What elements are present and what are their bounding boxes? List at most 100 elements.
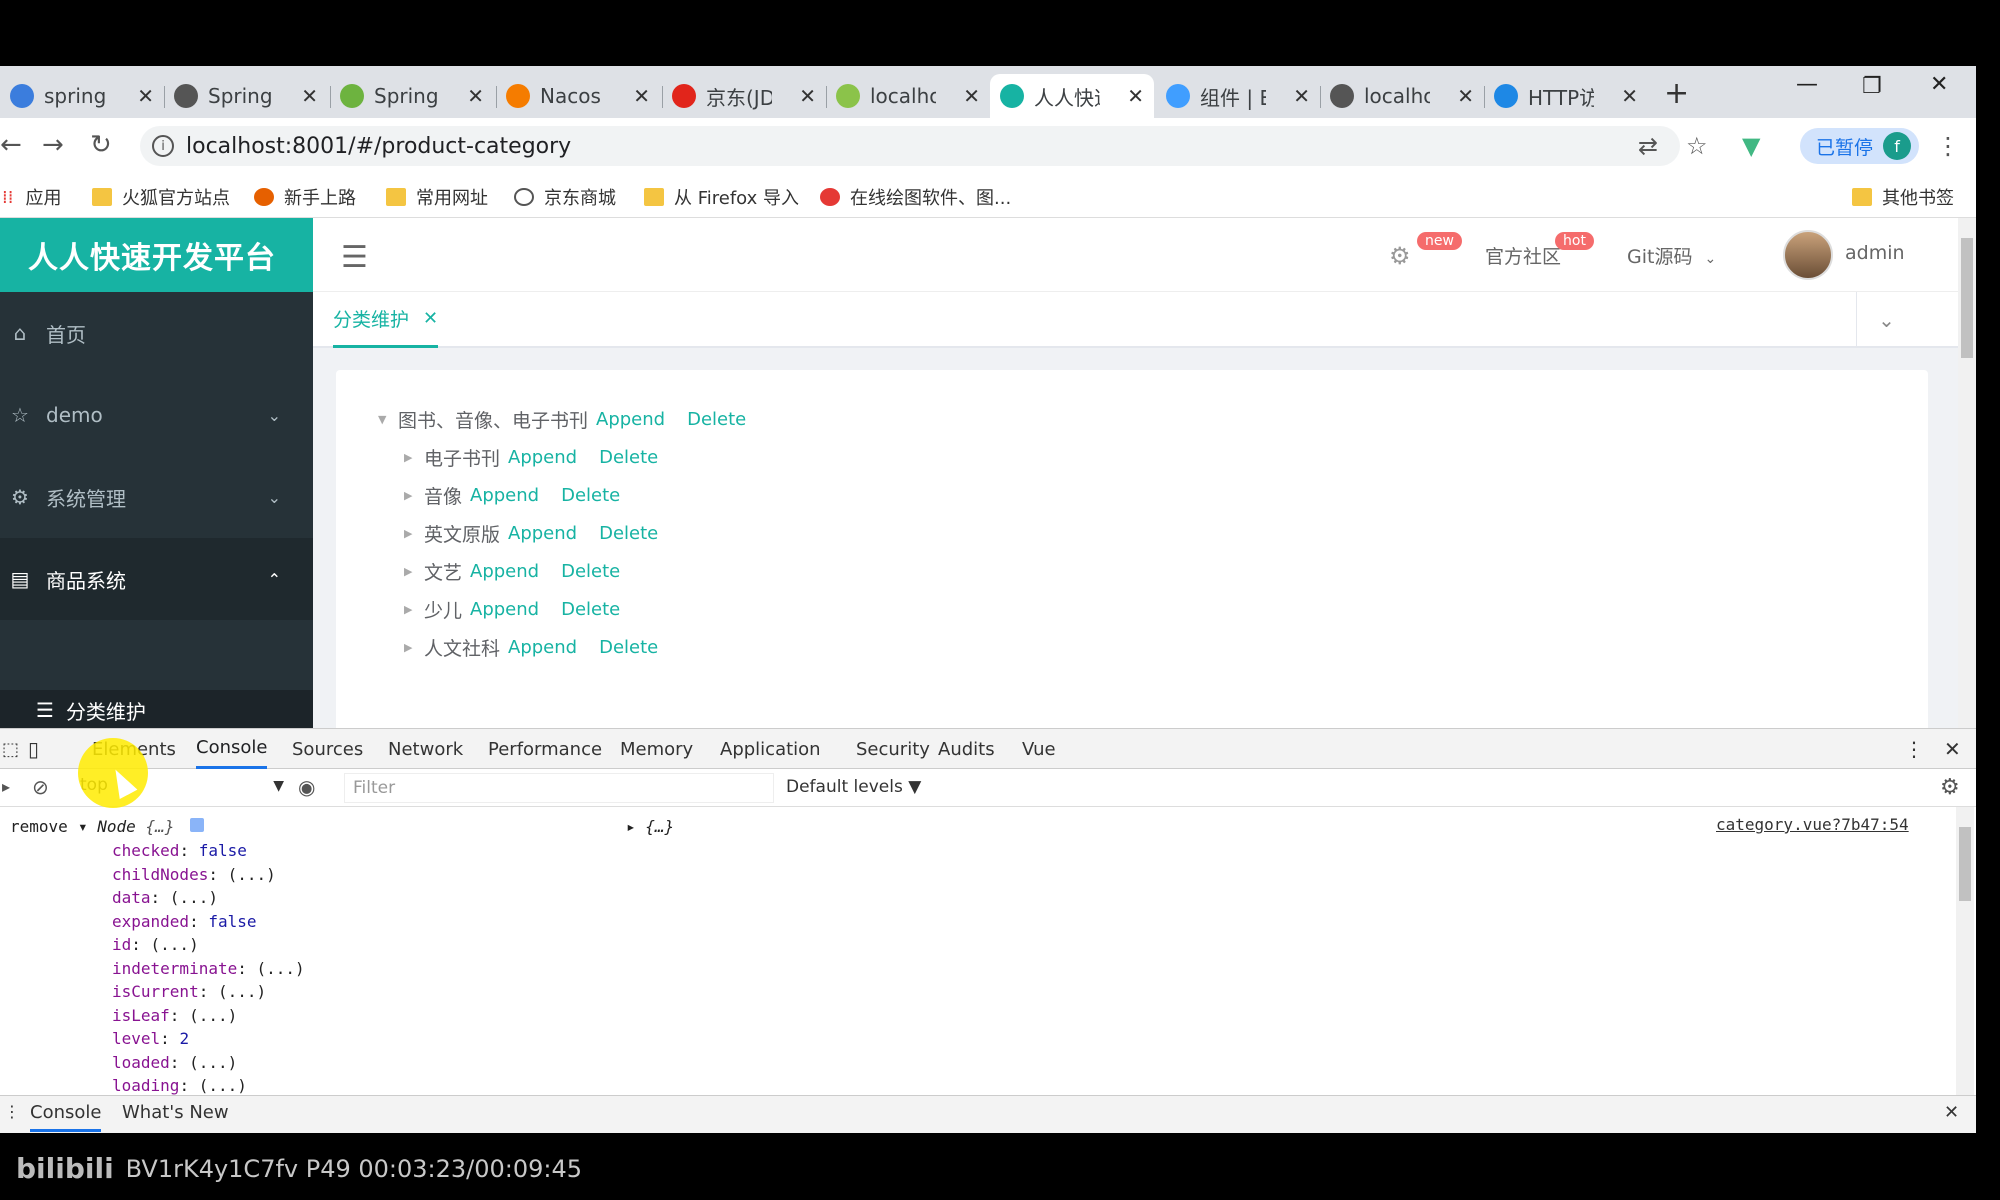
address-bar[interactable]: i localhost:8001/#/product-category	[140, 126, 1680, 166]
devtools-tab-memory[interactable]: Memory	[620, 729, 693, 769]
bookmark-item-3[interactable]: 京东商城	[514, 184, 616, 210]
tab-3[interactable]: Nacos ✕	[496, 74, 660, 118]
filter-input[interactable]: Filter	[344, 773, 774, 803]
bookmark-other[interactable]: 其他书签	[1852, 184, 1954, 210]
delete-button[interactable]: Delete	[561, 485, 620, 506]
append-button[interactable]: Append	[470, 599, 539, 620]
community-link[interactable]: 官方社区	[1485, 242, 1561, 269]
drawer-menu-icon[interactable]: ⋮	[4, 1102, 20, 1121]
append-button[interactable]: Append	[508, 637, 577, 658]
object-property[interactable]: data: (...)	[112, 888, 218, 907]
node-object-expander[interactable]: ▾ Node {…}	[78, 817, 204, 836]
devtools-tab-console[interactable]: Console	[196, 729, 268, 769]
close-tab-icon[interactable]: ✕	[1457, 84, 1474, 108]
tree-node-child[interactable]: ▶ 电子书刊 Append Delete	[404, 444, 672, 471]
devtools-menu-icon[interactable]: ⋮	[1904, 729, 1924, 769]
caret-right-icon[interactable]: ▶	[404, 603, 424, 616]
close-tab-icon[interactable]: ✕	[1621, 84, 1638, 108]
devtools-tab-audits[interactable]: Audits	[938, 729, 995, 769]
tab-7[interactable]: 组件 | Ele ✕	[1156, 74, 1320, 118]
object-property[interactable]: checked: false	[112, 841, 247, 860]
append-button[interactable]: Append	[596, 409, 665, 430]
tab-5[interactable]: localhos ✕	[826, 74, 990, 118]
caret-right-icon[interactable]: ▶	[404, 641, 424, 654]
append-button[interactable]: Append	[470, 485, 539, 506]
tab-2[interactable]: Spring C ✕	[330, 74, 494, 118]
delete-button[interactable]: Delete	[599, 523, 658, 544]
devtools-tab-network[interactable]: Network	[388, 729, 463, 769]
caret-right-icon[interactable]: ▶	[404, 489, 424, 502]
avatar[interactable]	[1783, 230, 1833, 280]
sidebar-item-demo[interactable]: ☆ demo ⌄	[0, 374, 313, 456]
back-icon[interactable]: ←	[0, 130, 22, 160]
delete-button[interactable]: Delete	[561, 561, 620, 582]
bookmark-item-4[interactable]: 从 Firefox 导入	[644, 184, 799, 210]
tree-node-child[interactable]: ▶ 少儿 Append Delete	[404, 596, 634, 623]
close-tab-icon[interactable]: ✕	[633, 84, 650, 108]
delete-button[interactable]: Delete	[599, 637, 658, 658]
delete-button[interactable]: Delete	[687, 409, 746, 430]
clear-console-icon[interactable]: ⊘	[32, 775, 49, 799]
tab-6[interactable]: 人人快速 ✕	[990, 74, 1154, 118]
bookmark-apps[interactable]: ⁞⁞ 应用	[2, 184, 61, 210]
bookmark-item-0[interactable]: 火狐官方站点	[92, 184, 230, 210]
bookmark-item-1[interactable]: 新手上路	[254, 184, 356, 210]
object-property[interactable]: id: (...)	[112, 935, 199, 954]
tree-node-child[interactable]: ▶ 人文社科 Append Delete	[404, 634, 672, 661]
caret-right-icon[interactable]: ▶	[404, 451, 424, 464]
close-tab-icon[interactable]: ✕	[963, 84, 980, 108]
sidebar-item-product[interactable]: ▤ 商品系统 ⌃	[0, 538, 313, 620]
caret-right-icon[interactable]: ▶	[404, 565, 424, 578]
site-info-icon[interactable]: i	[152, 135, 174, 157]
sidebar-item-system[interactable]: ⚙ 系统管理 ⌄	[0, 456, 313, 538]
append-button[interactable]: Append	[508, 523, 577, 544]
second-object-expander[interactable]: ▸ {…}	[626, 817, 674, 836]
tab-0[interactable]: spring cl ✕	[0, 74, 164, 118]
reload-icon[interactable]: ↻	[90, 130, 112, 160]
default-levels-dropdown[interactable]: Default levels ▼	[786, 777, 921, 797]
object-property[interactable]: loaded: (...)	[112, 1053, 237, 1072]
devtools-tab-security[interactable]: Security	[856, 729, 930, 769]
sidebar-toggle-icon[interactable]: ▸	[2, 777, 10, 796]
scrollbar-thumb[interactable]	[1961, 238, 1973, 358]
user-name[interactable]: admin	[1845, 242, 1905, 264]
settings-gear-icon[interactable]: ⚙	[1389, 242, 1411, 270]
minimize-button[interactable]: —	[1796, 72, 1818, 97]
brand-logo[interactable]: 人人快速开发平台	[0, 218, 313, 292]
close-window-button[interactable]: ✕	[1930, 72, 1948, 97]
tree-node-child[interactable]: ▶ 音像 Append Delete	[404, 482, 634, 509]
close-tab-icon[interactable]: ✕	[301, 84, 318, 108]
close-drawer-icon[interactable]: ✕	[1944, 1102, 1959, 1123]
sidebar-item-home[interactable]: ⌂ 首页	[0, 292, 313, 374]
close-tab-icon[interactable]: ✕	[467, 84, 484, 108]
tab-9[interactable]: HTTP访问 ✕	[1484, 74, 1648, 118]
tab-8[interactable]: localhos ✕	[1320, 74, 1484, 118]
console-scrollbar[interactable]	[1956, 807, 1974, 1097]
device-toggle-icon[interactable]: ▯	[28, 729, 39, 769]
devtools-tab-vue[interactable]: Vue	[1022, 729, 1056, 769]
bookmark-item-2[interactable]: 常用网址	[386, 184, 488, 210]
tab-4[interactable]: 京东(JD.c ✕	[662, 74, 826, 118]
forward-icon[interactable]: →	[42, 130, 64, 160]
bookmark-star-icon[interactable]: ☆	[1686, 132, 1708, 160]
object-property[interactable]: indeterminate: (...)	[112, 959, 305, 978]
tab-category[interactable]: 分类维护 ✕	[333, 292, 439, 348]
object-property[interactable]: loading: (...)	[112, 1076, 247, 1095]
close-tab-icon[interactable]: ✕	[1127, 84, 1144, 108]
profile-paused-button[interactable]: 已暂停 f	[1800, 128, 1920, 164]
menu-kebab-icon[interactable]: ⋮	[1936, 132, 1960, 160]
drawer-tab-console[interactable]: Console	[30, 1102, 102, 1132]
object-property[interactable]: isLeaf: (...)	[112, 1006, 237, 1025]
close-devtools-icon[interactable]: ✕	[1944, 729, 1961, 769]
tab-1[interactable]: Spring C ✕	[164, 74, 328, 118]
page-scrollbar[interactable]	[1958, 218, 1976, 728]
sidebar-subitem-category[interactable]: ☰ 分类维护	[0, 690, 313, 730]
tree-node-root[interactable]: ▼ 图书、音像、电子书刊 Append Delete	[378, 406, 760, 433]
new-tab-button[interactable]: +	[1664, 76, 1689, 111]
git-source-dropdown[interactable]: Git源码 ⌄	[1627, 242, 1716, 269]
settings-gear-icon[interactable]: ⚙	[1940, 775, 1960, 800]
devtools-tab-application[interactable]: Application	[720, 729, 821, 769]
scrollbar-thumb[interactable]	[1959, 827, 1971, 901]
delete-button[interactable]: Delete	[561, 599, 620, 620]
vue-devtools-icon[interactable]: ▼	[1742, 132, 1760, 160]
